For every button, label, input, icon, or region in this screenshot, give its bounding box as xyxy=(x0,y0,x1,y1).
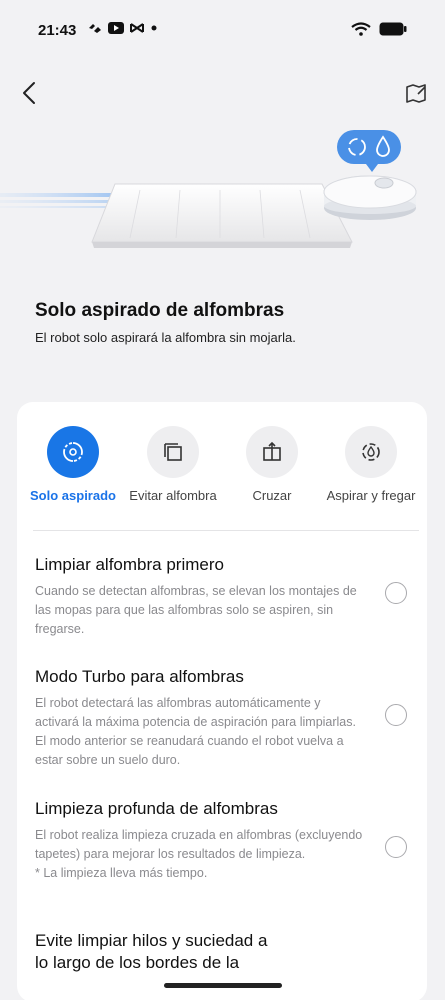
swirl-icon xyxy=(63,442,83,462)
cross-icon xyxy=(263,441,281,461)
option-description: Cuando se detectan alfombras, se elevan … xyxy=(35,584,357,636)
carpet-robot-illustration xyxy=(0,130,417,248)
page-subtitle: El robot solo aspirará la alfombra sin m… xyxy=(35,330,296,345)
dot-icon xyxy=(151,25,157,31)
option-description: El robot realiza limpieza cruzada en alf… xyxy=(35,828,363,861)
hero-illustration xyxy=(0,120,445,270)
wifi-icon xyxy=(351,22,371,36)
mode-cruzar-circle xyxy=(246,426,298,478)
mode-solo-aspirado-circle xyxy=(47,426,99,478)
mode-cruzar-label: Cruzar xyxy=(252,488,292,503)
youtube-icon xyxy=(108,22,124,34)
carpet-settings-card: Solo aspirado Evitar alfombra Cruzar Asp… xyxy=(17,402,427,1000)
mode-evitar-alfombra[interactable]: Evitar alfombra xyxy=(121,426,225,508)
map-edit-icon xyxy=(406,84,426,103)
option-title: Limpiar alfombra primero xyxy=(35,555,224,574)
card-divider xyxy=(33,530,419,531)
status-left-icons xyxy=(88,22,158,34)
status-time: 21:43 xyxy=(38,22,77,39)
option-title: Evite limpiar hilos y suciedad a lo larg… xyxy=(35,931,268,972)
map-edit-button[interactable] xyxy=(403,80,429,106)
mode-solo-aspirado[interactable]: Solo aspirado xyxy=(21,426,125,508)
page-title: Solo aspirado de alfombras xyxy=(35,300,285,321)
mode-aspirar-fregar-circle xyxy=(345,426,397,478)
status-right-icons xyxy=(351,22,407,36)
option-title: Limpieza profunda de alfombras xyxy=(35,799,278,818)
option-radio[interactable] xyxy=(385,836,407,858)
mode-aspirar-fregar-label: Aspirar y fregar xyxy=(326,488,416,503)
mode-cruzar[interactable]: Cruzar xyxy=(220,426,324,508)
back-button[interactable] xyxy=(16,78,42,108)
option-modo-turbo: Modo Turbo para alfombras El robot detec… xyxy=(35,666,415,770)
option-radio[interactable] xyxy=(385,704,407,726)
mode-solo-aspirado-label: Solo aspirado xyxy=(30,488,116,503)
mode-selector: Solo aspirado Evitar alfombra Cruzar Asp… xyxy=(17,426,427,508)
option-note: * La limpieza lleva más tiempo. xyxy=(35,866,208,880)
option-title: Modo Turbo para alfombras xyxy=(35,667,244,686)
home-indicator[interactable] xyxy=(164,983,282,988)
option-description: El robot detectará las alfombras automát… xyxy=(35,696,356,767)
mode-evitar-alfombra-circle xyxy=(147,426,199,478)
chevron-left-icon xyxy=(23,82,35,104)
option-radio[interactable] xyxy=(385,582,407,604)
mode-aspirar-fregar[interactable]: Aspirar y fregar xyxy=(319,426,423,508)
option-evitar-hilos: Evite limpiar hilos y suciedad a lo larg… xyxy=(35,930,275,974)
capcut-edit-icon xyxy=(130,23,144,33)
vacuum-mop-icon xyxy=(362,443,380,461)
option-limpiar-primero: Limpiar alfombra primero Cuando se detec… xyxy=(35,554,415,639)
capcut-icon xyxy=(89,24,101,33)
battery-icon xyxy=(379,22,407,36)
carpet-avoid-icon xyxy=(164,443,182,461)
status-bar: 21:43 xyxy=(0,0,445,60)
option-limpieza-profunda: Limpieza profunda de alfombras El robot … xyxy=(35,798,415,883)
mode-evitar-alfombra-label: Evitar alfombra xyxy=(129,488,217,503)
